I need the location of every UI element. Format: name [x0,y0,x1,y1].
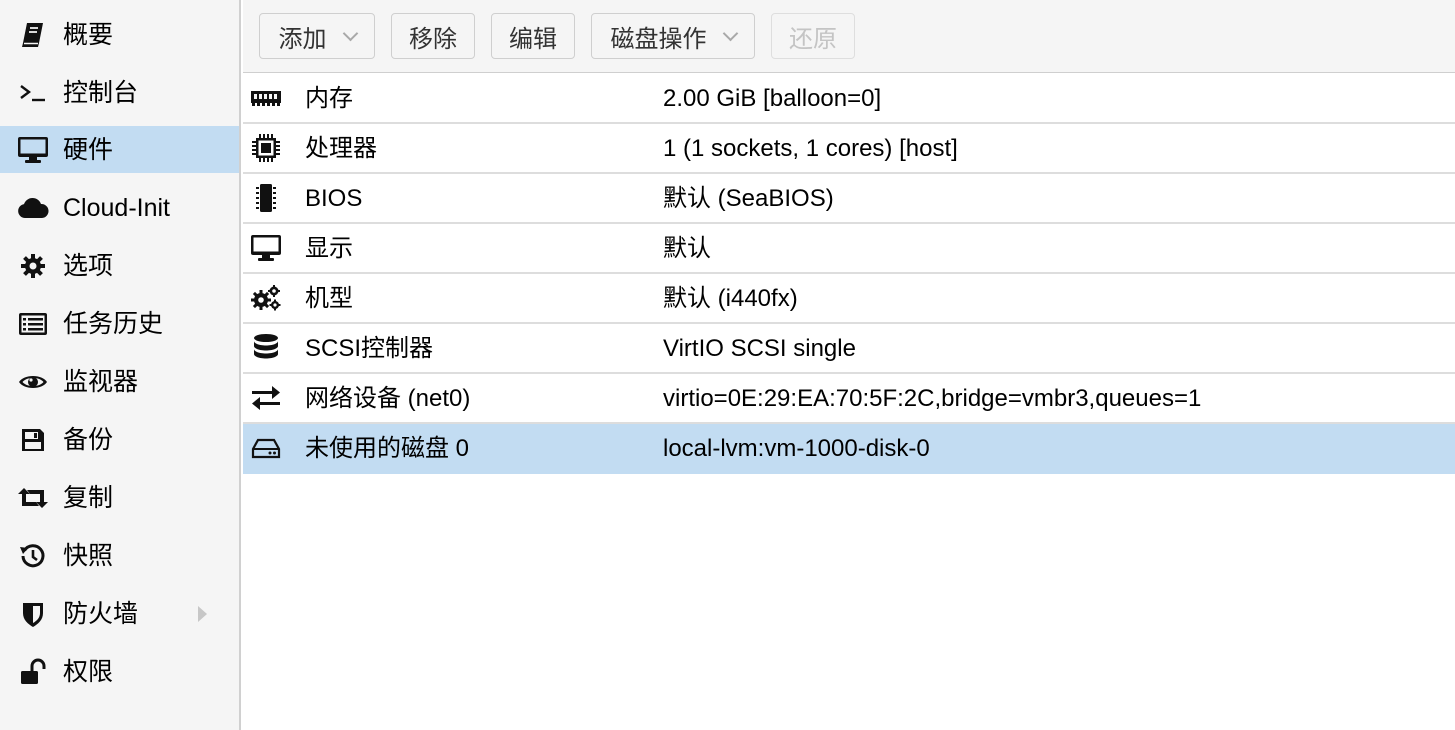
hardware-row-processor[interactable]: 处理器 1 (1 sockets, 1 cores) [host] [243,124,1455,174]
edit-button[interactable]: 编辑 [491,13,575,59]
sidebar-item-label: 备份 [63,425,114,454]
book-icon [16,20,50,50]
gear-icon [16,251,50,281]
hardware-grid: 内存 2.00 GiB [balloon=0] 处理器 1 (1 sockets… [243,74,1455,474]
sidebar-item-label: 控制台 [63,78,139,107]
sidebar-item-label: 监视器 [63,367,139,396]
toolbar: 添加 移除 编辑 磁盘操作 还原 [243,0,1455,73]
disk-action-button[interactable]: 磁盘操作 [591,13,755,59]
database-icon [249,333,283,363]
expand-arrow-icon[interactable] [198,606,207,622]
hardware-value: 默认 [663,235,711,262]
hardware-value: VirtIO SCSI single [663,335,856,362]
add-button[interactable]: 添加 [259,13,375,59]
list-icon [16,309,50,339]
remove-button[interactable]: 移除 [391,13,475,59]
hardware-name: SCSI控制器 [305,335,434,362]
sidebar-item-label: 权限 [63,657,114,686]
sidebar-item-replication[interactable]: 复制 [0,474,239,521]
sidebar-item-label: 硬件 [63,135,114,164]
chevron-down-icon [342,25,358,41]
sidebar-item-label: 快照 [63,541,114,570]
revert-button-label: 还原 [789,25,837,53]
hardware-row-network-device[interactable]: 网络设备 (net0) virtio=0E:29:EA:70:5F:2C,bri… [243,374,1455,424]
hardware-value: 默认 (i440fx) [663,285,798,312]
sidebar-item-snapshot[interactable]: 快照 [0,532,239,579]
sidebar-item-label: 复制 [63,483,114,512]
hardware-row-display[interactable]: 显示 默认 [243,224,1455,274]
hardware-name: BIOS [305,185,363,212]
sidebar-item-console[interactable]: 控制台 [0,69,239,116]
hardware-name: 网络设备 (net0) [305,385,471,412]
hardware-row-machine[interactable]: 机型 默认 (i440fx) [243,274,1455,324]
edit-button-label: 编辑 [509,25,557,53]
hardware-row-scsi-controller[interactable]: SCSI控制器 VirtIO SCSI single [243,324,1455,374]
desktop-icon [249,233,283,263]
sidebar-item-monitor[interactable]: 监视器 [0,358,239,405]
sidebar-item-task-history[interactable]: 任务历史 [0,300,239,347]
history-icon [16,541,50,571]
sidebar-item-label: 任务历史 [63,309,164,338]
floppy-icon [16,425,50,455]
sidebar-item-label: 防火墙 [63,599,139,628]
sidebar-item-backup[interactable]: 备份 [0,416,239,463]
add-button-label: 添加 [278,25,327,53]
hardware-value: 2.00 GiB [balloon=0] [663,85,882,112]
retweet-icon [16,483,50,513]
hardware-value: 默认 (SeaBIOS) [663,185,834,212]
hardware-value: virtio=0E:29:EA:70:5F:2C,bridge=vmbr3,qu… [663,385,1202,412]
sidebar-item-hardware[interactable]: 硬件 [0,126,239,173]
sidebar-item-summary[interactable]: 概要 [0,11,239,58]
app-root: 概要 控制台 硬件 Cloud-Init 选项 任务历史 监视器 备份 复制 快… [0,0,1455,730]
eye-icon [16,367,50,397]
sidebar-item-options[interactable]: 选项 [0,242,239,289]
hardware-row-unused-disk[interactable]: 未使用的磁盘 0 local-lvm:vm-1000-disk-0 [243,424,1455,474]
cogs-icon [249,283,283,313]
hardware-name: 处理器 [305,135,377,162]
hardware-value: 1 (1 sockets, 1 cores) [host] [663,135,958,162]
hardware-name: 未使用的磁盘 0 [305,435,470,462]
cloud-icon [16,193,50,223]
terminal-icon [16,78,50,108]
chevron-down-icon [722,25,738,41]
hardware-name: 显示 [305,235,353,262]
hdd-icon [249,433,283,463]
revert-button[interactable]: 还原 [771,13,855,59]
sidebar-item-label: Cloud-Init [63,193,170,222]
sidebar-item-permissions[interactable]: 权限 [0,648,239,695]
hardware-row-memory[interactable]: 内存 2.00 GiB [balloon=0] [243,74,1455,124]
sidebar-item-label: 选项 [63,251,114,280]
desktop-icon [16,135,50,165]
sidebar-item-firewall[interactable]: 防火墙 [0,590,239,637]
cpu-icon [249,133,283,163]
shield-icon [16,599,50,629]
microchip-icon [249,183,283,213]
hardware-value: local-lvm:vm-1000-disk-0 [663,435,930,462]
unlock-icon [16,657,50,687]
sidebar: 概要 控制台 硬件 Cloud-Init 选项 任务历史 监视器 备份 复制 快… [0,0,241,730]
memory-icon [249,83,283,113]
sidebar-item-label: 概要 [63,20,114,49]
hardware-name: 机型 [305,285,353,312]
sidebar-item-cloud-init[interactable]: Cloud-Init [0,184,239,231]
remove-button-label: 移除 [409,25,457,53]
exchange-icon [249,383,283,413]
disk-action-button-label: 磁盘操作 [610,25,707,53]
hardware-name: 内存 [305,85,353,112]
hardware-row-bios[interactable]: BIOS 默认 (SeaBIOS) [243,174,1455,224]
